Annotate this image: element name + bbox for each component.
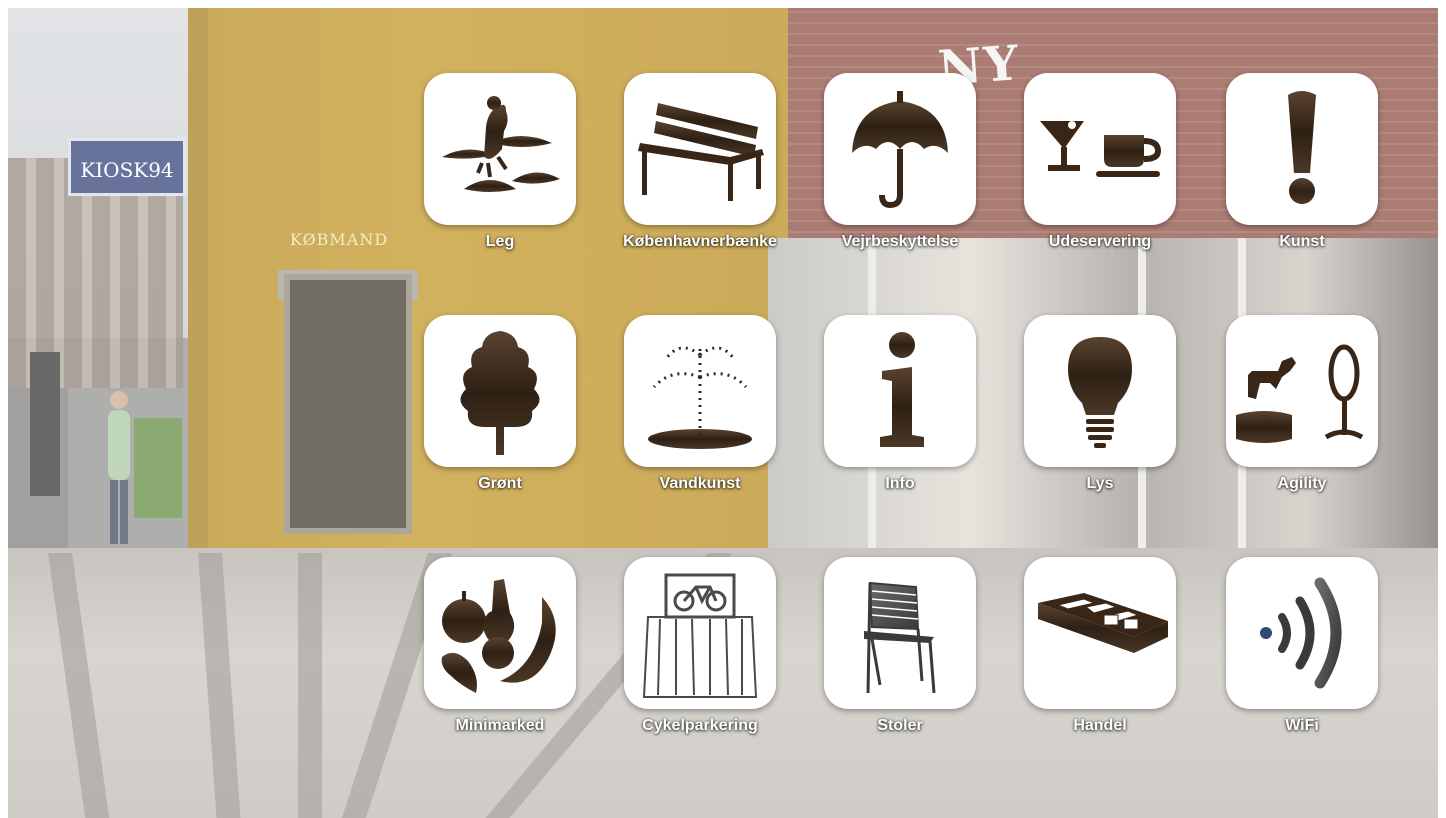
- vejrbeskyttelse-tile[interactable]: [824, 73, 976, 225]
- agility-tile[interactable]: [1226, 315, 1378, 467]
- info-icon: [880, 332, 924, 447]
- bike-parking-icon: [642, 573, 758, 698]
- bench-icon: [638, 103, 764, 201]
- vandkunst-tile[interactable]: [624, 315, 776, 467]
- kobenhavnerbaenke-tile[interactable]: [624, 73, 776, 225]
- chair-icon: [864, 581, 936, 694]
- gront-label: Grønt: [478, 475, 522, 492]
- umbrella-icon: [852, 91, 948, 209]
- vandkunst-label: Vandkunst: [659, 475, 741, 492]
- wifi-tile[interactable]: [1226, 557, 1378, 709]
- lys-tile[interactable]: [1024, 315, 1176, 467]
- exclamation-icon: [1288, 91, 1316, 204]
- udeservering-label: Udeservering: [1048, 233, 1152, 250]
- handel-tile[interactable]: [1024, 557, 1176, 709]
- market-stall-icon: [1038, 593, 1168, 653]
- stoler-tile[interactable]: [824, 557, 976, 709]
- stoler-label: Stoler: [877, 717, 923, 734]
- kobenhavnerbaenke-label: Københavnerbænke: [623, 233, 777, 250]
- kunst-tile[interactable]: [1226, 73, 1378, 225]
- kunst-label: Kunst: [1279, 233, 1325, 250]
- fruit-vegetables-icon: [441, 579, 556, 693]
- wifi-label: WiFi: [1285, 717, 1319, 734]
- gront-tile[interactable]: [424, 315, 576, 467]
- tree-icon: [460, 331, 540, 455]
- cykelparkering-label: Cykelparkering: [642, 717, 758, 734]
- handel-label: Handel: [1073, 717, 1127, 734]
- info-label: Info: [885, 475, 915, 492]
- udeservering-tile[interactable]: [1024, 73, 1176, 225]
- fountain-icon: [648, 346, 752, 449]
- cykelparkering-tile[interactable]: [624, 557, 776, 709]
- lightbulb-icon: [1068, 337, 1132, 448]
- cocktail-coffee-icon: [1040, 121, 1162, 177]
- wifi-icon: [1260, 577, 1342, 689]
- leg-label: Leg: [485, 233, 515, 250]
- vejrbeskyttelse-label: Vejrbeskyttelse: [841, 233, 959, 250]
- minimarked-tile[interactable]: [424, 557, 576, 709]
- lys-label: Lys: [1086, 475, 1114, 492]
- agility-label: Agility: [1277, 475, 1327, 492]
- leg-tile[interactable]: [424, 73, 576, 225]
- info-tile[interactable]: [824, 315, 976, 467]
- playground-icon: [442, 96, 560, 192]
- minimarked-label: Minimarked: [455, 717, 545, 734]
- dog-agility-icon: [1236, 344, 1364, 443]
